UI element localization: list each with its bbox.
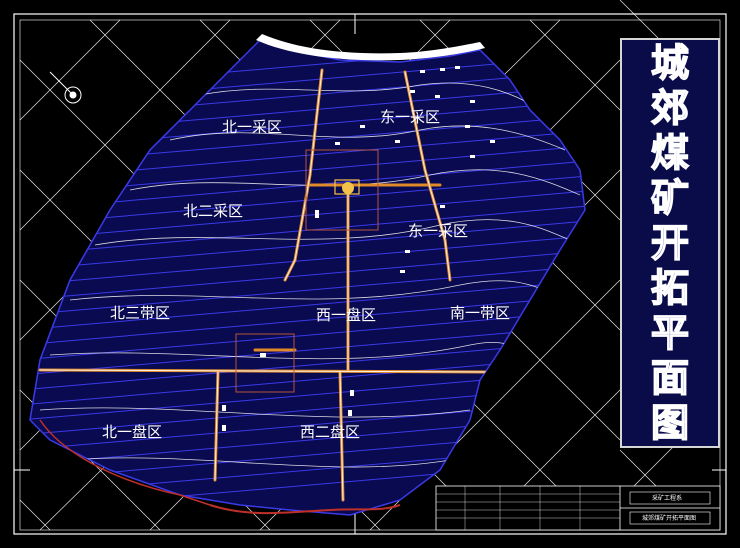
zone-west-2-panel: 西二盘区 (300, 423, 360, 441)
north-arrow-icon (49, 71, 82, 104)
title-block: 采矿工程系 城郊煤矿开拓平面图 (435, 485, 721, 531)
zone-south-1-belt: 南一带区 (450, 304, 510, 322)
zone-north-1-panel: 北一盘区 (102, 423, 162, 441)
zone-north-1-mining: 北一采区 (222, 118, 282, 136)
title-block-drawing-name: 城郊煤矿开拓平面图 (642, 514, 696, 522)
zone-east-1-mining-2: 东一采区 (408, 222, 468, 240)
drawing-title-panel: 城郊煤矿开拓平面图 (620, 38, 720, 448)
zone-north-3-belt: 北三带区 (110, 304, 170, 322)
zone-north-2-mining: 北二采区 (183, 202, 243, 220)
zone-west-1-panel: 西一盘区 (316, 306, 376, 324)
drawing-title: 城郊煤矿开拓平面图 (650, 40, 690, 446)
shaft-marker (342, 182, 354, 194)
title-block-company: 采矿工程系 (652, 494, 682, 502)
zone-east-1-mining: 东一采区 (380, 108, 440, 126)
